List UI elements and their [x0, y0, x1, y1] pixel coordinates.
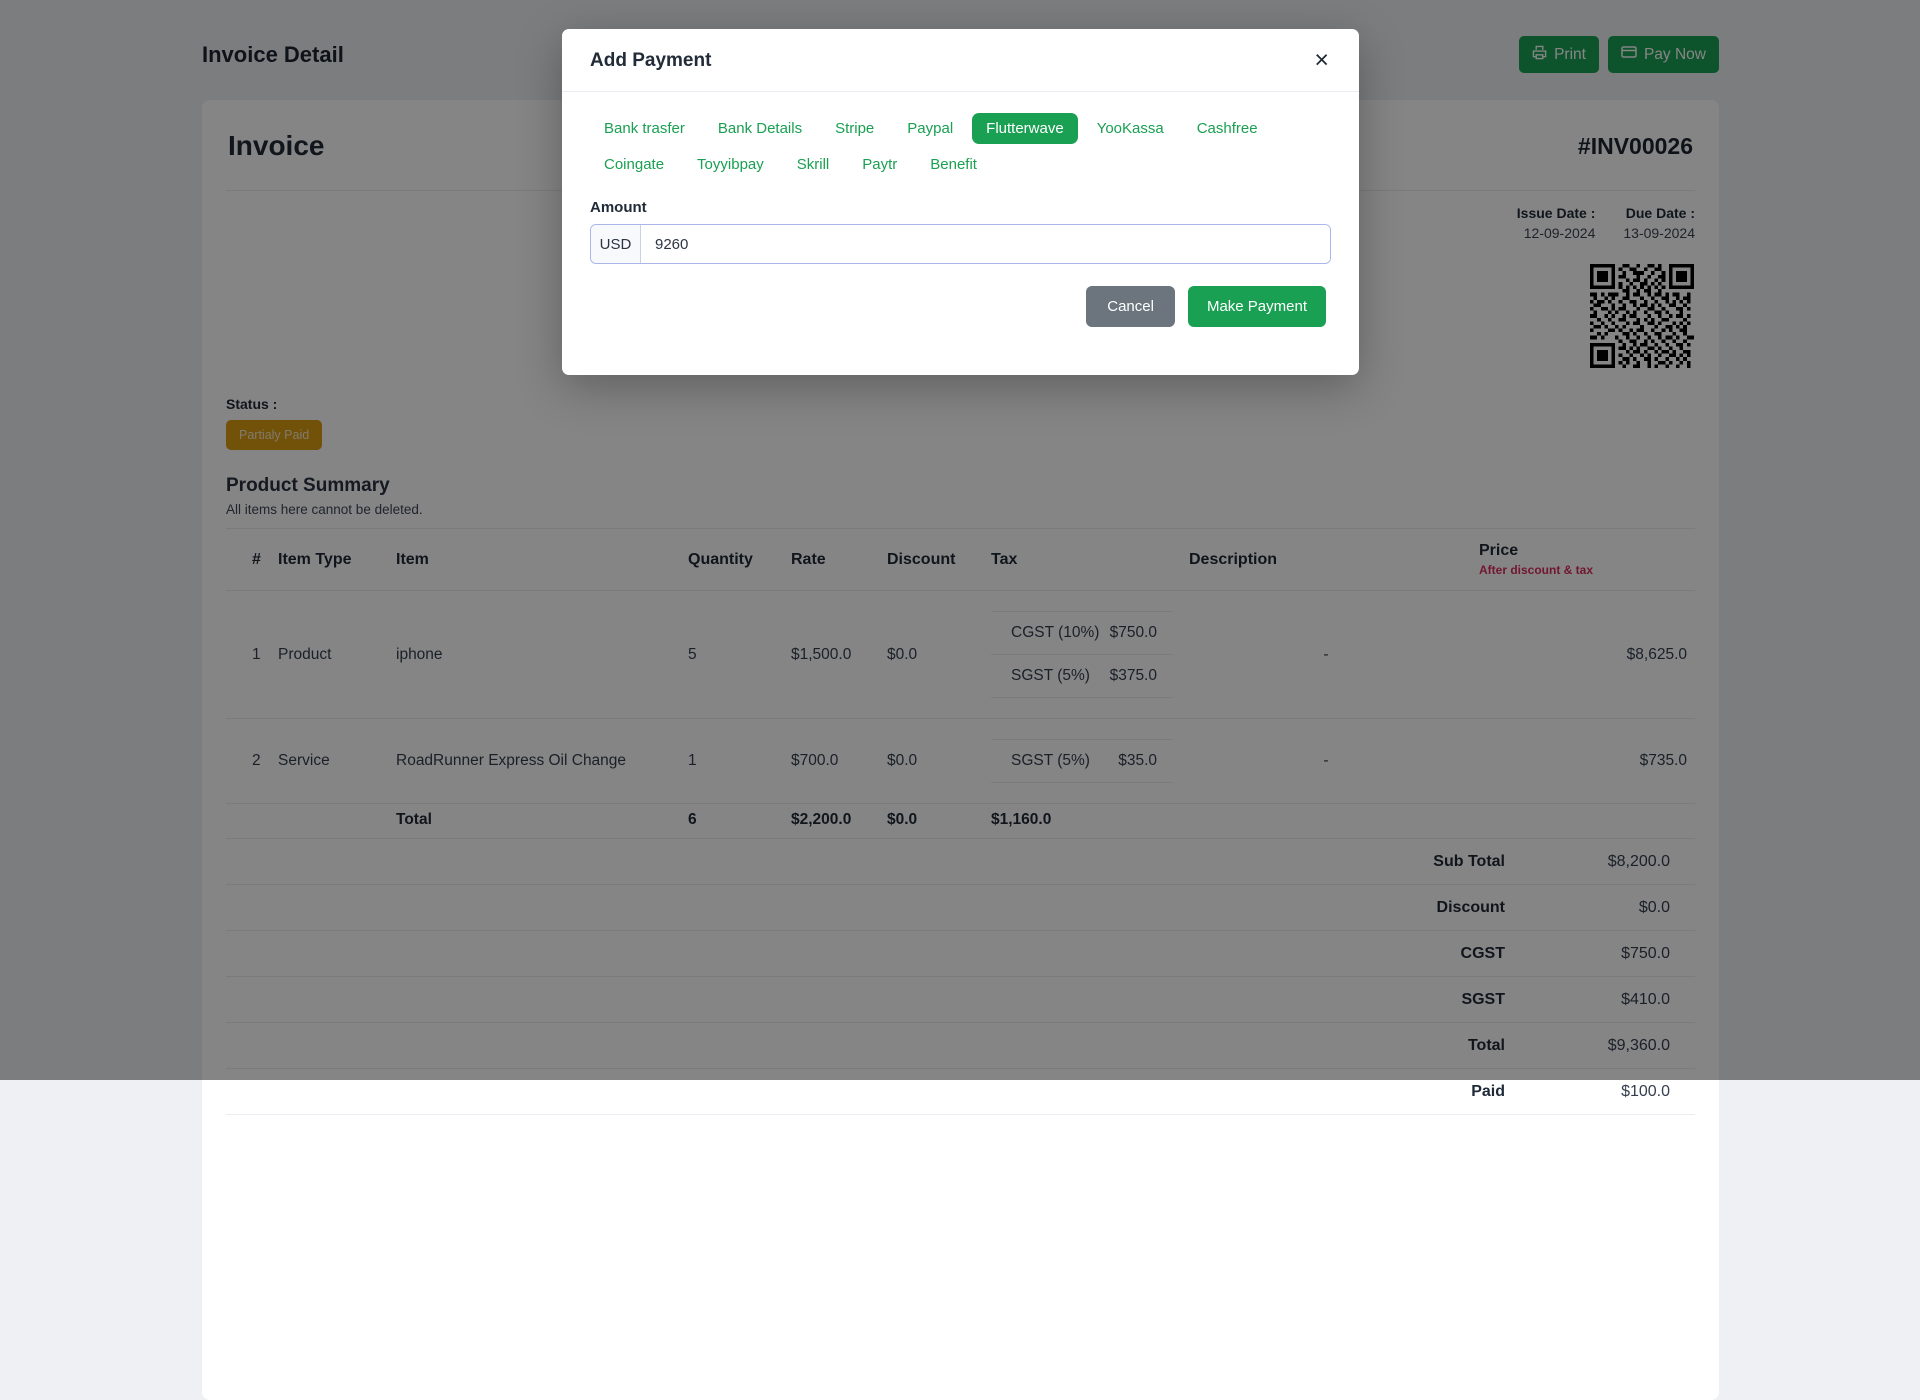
tab-coingate[interactable]: Coingate — [590, 149, 678, 180]
tab-flutterwave[interactable]: Flutterwave — [972, 113, 1078, 144]
tab-yookassa[interactable]: YooKassa — [1083, 113, 1178, 144]
tab-paytr[interactable]: Paytr — [848, 149, 911, 180]
payment-method-tabs: Bank trasfer Bank Details Stripe Paypal … — [562, 92, 1359, 180]
add-payment-modal: Add Payment × Bank trasfer Bank Details … — [562, 29, 1359, 375]
modal-header: Add Payment × — [562, 29, 1359, 92]
tab-skrill[interactable]: Skrill — [783, 149, 844, 180]
cancel-button[interactable]: Cancel — [1086, 286, 1175, 327]
amount-block: Amount USD — [562, 180, 1359, 264]
amount-label: Amount — [590, 199, 1331, 216]
make-payment-button[interactable]: Make Payment — [1188, 286, 1326, 327]
amount-input[interactable] — [641, 225, 1330, 263]
tab-stripe[interactable]: Stripe — [821, 113, 888, 144]
summary-label: Paid — [1471, 1083, 1530, 1101]
close-icon[interactable]: × — [1312, 48, 1331, 73]
summary-value: $100.0 — [1530, 1083, 1695, 1101]
modal-title: Add Payment — [590, 50, 711, 72]
tab-benefit[interactable]: Benefit — [916, 149, 991, 180]
tab-paypal[interactable]: Paypal — [893, 113, 967, 144]
modal-footer: Cancel Make Payment — [562, 264, 1359, 375]
tab-cashfree[interactable]: Cashfree — [1183, 113, 1272, 144]
tab-toyyibpay[interactable]: Toyyibpay — [683, 149, 778, 180]
tab-bank-trasfer[interactable]: Bank trasfer — [590, 113, 699, 144]
tab-bank-details[interactable]: Bank Details — [704, 113, 816, 144]
amount-input-group: USD — [590, 224, 1331, 264]
currency-addon: USD — [591, 225, 641, 263]
